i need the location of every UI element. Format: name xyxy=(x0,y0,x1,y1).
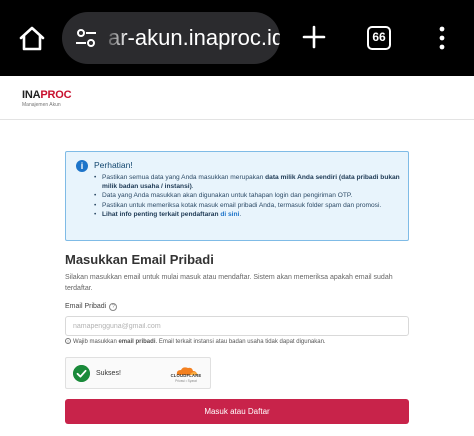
attention-alert: i Perhatian! Pastikan semua data yang An… xyxy=(65,151,409,241)
browser-toolbar: ar-akun.inaproc.id 66 xyxy=(0,0,474,76)
home-icon[interactable] xyxy=(18,24,46,52)
email-label: Email Pribadi? xyxy=(65,303,118,311)
note-text: Wajib masukkan xyxy=(73,339,119,345)
form-title: Masukkan Email Pribadi xyxy=(65,252,214,267)
inaproc-logo[interactable]: INAPROC Manajemen Akun xyxy=(22,89,72,109)
more-vert-icon[interactable] xyxy=(436,24,448,52)
email-note: ! Wajib masukkan email pribadi. Email ter… xyxy=(65,338,326,345)
alert-item: Pastikan untuk memeriksa kotak masuk ema… xyxy=(92,201,402,210)
alert-item-bold: Lihat info penting terkait pendaftaran xyxy=(102,210,221,218)
alert-item-text: . xyxy=(191,183,194,191)
alert-list: Pastikan semua data yang Anda masukkan m… xyxy=(92,173,402,219)
address-bar[interactable]: ar-akun.inaproc.id xyxy=(62,12,280,64)
url-fade xyxy=(102,12,128,64)
logo-accent: PROC xyxy=(40,89,72,101)
alert-item-text: . xyxy=(239,210,242,218)
alert-item: Pastikan semua data yang Anda masukkan m… xyxy=(92,173,402,191)
captcha-links[interactable]: Privasi • Syarat xyxy=(166,379,206,383)
email-label-text: Email Pribadi xyxy=(65,303,107,310)
note-bold: email pribadi xyxy=(118,339,156,345)
info-icon: i xyxy=(76,160,88,172)
cloudflare-text: CLOUDFLARE xyxy=(170,373,202,378)
tune-icon[interactable] xyxy=(74,26,98,50)
logo-main: INA xyxy=(22,89,41,101)
help-icon[interactable]: ? xyxy=(109,303,118,311)
logo-subtitle: Manajemen Akun xyxy=(22,102,61,108)
info-link[interactable]: di sini xyxy=(220,211,239,218)
alert-item-text: Pastikan semua data yang Anda masukkan m… xyxy=(102,174,266,181)
form-description: Silakan masukkan email untuk mulai masuk… xyxy=(65,274,393,292)
submit-button[interactable]: Masuk atau Daftar xyxy=(65,399,409,424)
logo-text: INAPROC xyxy=(22,89,72,101)
note-text: . Email terkait instansi atau badan usah… xyxy=(155,339,326,345)
alert-item: Data yang Anda masukkan akan digunakan u… xyxy=(92,191,402,200)
alert-title: Perhatian! xyxy=(94,160,133,170)
tab-switcher-icon[interactable]: 66 xyxy=(367,26,391,50)
info-circle-icon: ! xyxy=(65,338,71,344)
url-text: ar-akun.inaproc.id xyxy=(108,25,280,50)
page: ar-akun.inaproc.id 66 INAPROC Manajemen … xyxy=(0,0,474,436)
check-circle-icon xyxy=(73,365,90,382)
captcha-status: Sukses! xyxy=(96,370,121,377)
alert-item: Lihat info penting terkait pendaftaran d… xyxy=(92,210,402,219)
cloudflare-logo: CLOUDFLARE Privasi • Syarat xyxy=(166,363,206,385)
cloudflare-captcha[interactable]: Sukses! CLOUDFLARE Privasi • Syarat xyxy=(65,357,211,389)
plus-icon[interactable] xyxy=(301,24,327,50)
email-input[interactable] xyxy=(65,316,409,336)
alert-item-text: Pastikan untuk memeriksa kotak masuk ema… xyxy=(102,201,382,209)
site-header: INAPROC Manajemen Akun xyxy=(0,76,474,120)
alert-item-text: Data yang Anda masukkan akan digunakan u… xyxy=(102,192,353,200)
